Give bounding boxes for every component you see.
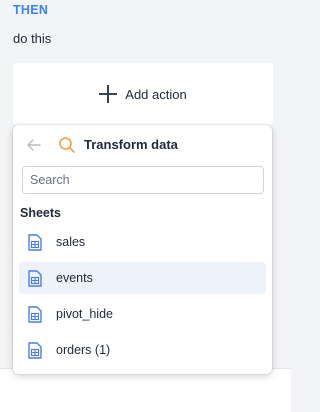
sheet-name: orders (1) [56,343,111,357]
arrow-left-icon[interactable] [26,137,42,153]
sheet-item-orders[interactable]: orders (1) [19,334,266,366]
sheet-name: events [56,271,93,285]
popover-title: Transform data [84,137,178,152]
sheets-section-title: Sheets [20,206,61,220]
search-input[interactable] [22,166,264,194]
sheet-name: pivot_hide [56,307,113,321]
sheet-item-events[interactable]: events [19,262,266,294]
then-heading: THEN [13,3,49,17]
sheet-item-pivot-hide[interactable]: pivot_hide [19,298,266,330]
sheet-item-sales[interactable]: sales [19,226,266,258]
then-subheading: do this [13,31,52,46]
sheet-file-icon [28,341,42,359]
popover-header: Transform data [13,125,272,165]
search-icon [58,136,76,154]
sheet-file-icon [28,233,42,251]
transform-data-popover: Transform data Sheets sales e [13,125,272,374]
plus-icon [99,85,118,103]
sheet-name: sales [56,235,86,249]
bottom-panel [0,368,291,412]
sheet-file-icon [28,269,42,287]
sheet-file-icon [28,305,42,323]
sheet-list: sales events pivot_hide orders (1) [19,226,266,370]
add-action-button[interactable]: Add action [13,63,273,125]
add-action-label: Add action [125,86,187,102]
